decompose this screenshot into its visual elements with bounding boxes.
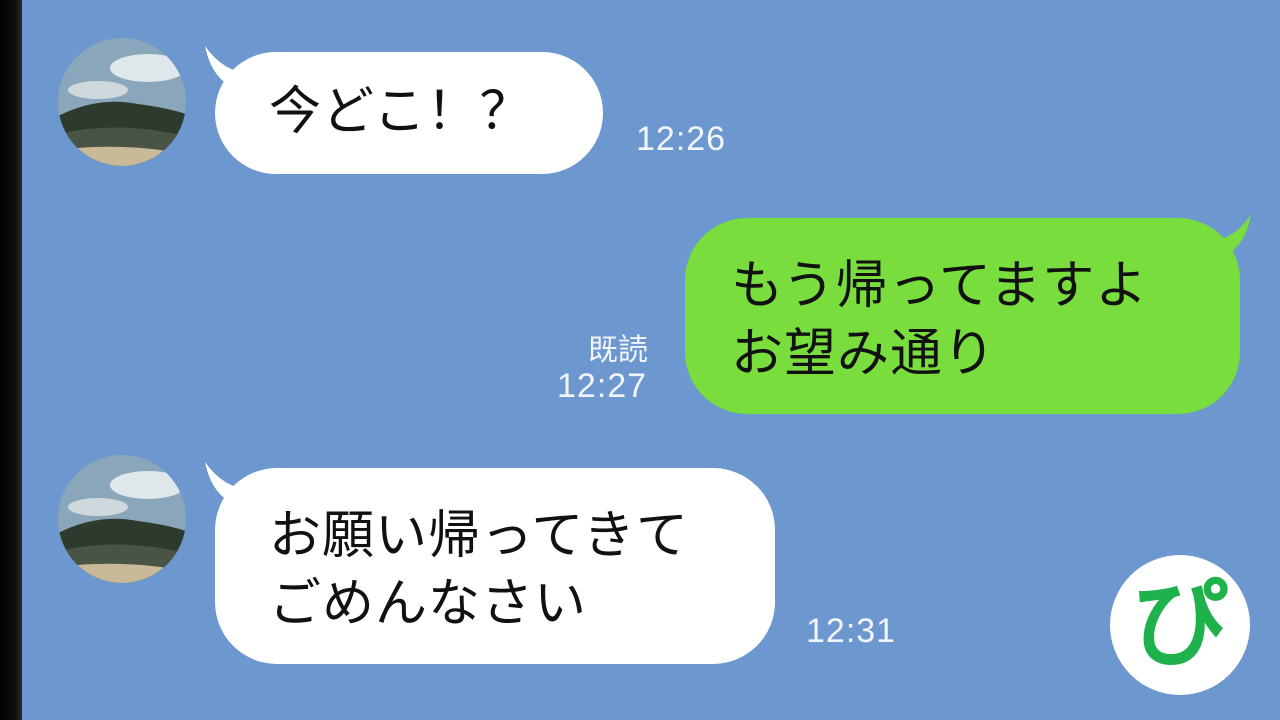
- message-text: もう帰ってますよ お望み通り: [731, 256, 1149, 384]
- message-text: 今どこ！？: [269, 82, 533, 142]
- landscape-avatar-icon: [58, 455, 186, 583]
- logo-glyph: ぴ: [1132, 568, 1228, 680]
- outgoing-message-bubble[interactable]: もう帰ってますよ お望み通り: [685, 218, 1240, 414]
- read-receipt: 既読: [588, 333, 648, 368]
- watermark-logo: ぴ: [1110, 555, 1250, 695]
- contact-avatar[interactable]: [58, 455, 186, 583]
- message-timestamp: 12:31: [806, 612, 897, 650]
- contact-avatar[interactable]: [58, 38, 186, 166]
- incoming-message-bubble[interactable]: 今どこ！？: [215, 52, 603, 174]
- screen-edge: [0, 0, 22, 720]
- message-text: お願い帰ってきて ごめんなさい: [269, 506, 689, 634]
- message-timestamp: 12:26: [636, 120, 727, 158]
- message-timestamp: 12:27: [557, 367, 648, 405]
- incoming-message-bubble[interactable]: お願い帰ってきて ごめんなさい: [215, 468, 775, 664]
- landscape-avatar-icon: [58, 38, 186, 166]
